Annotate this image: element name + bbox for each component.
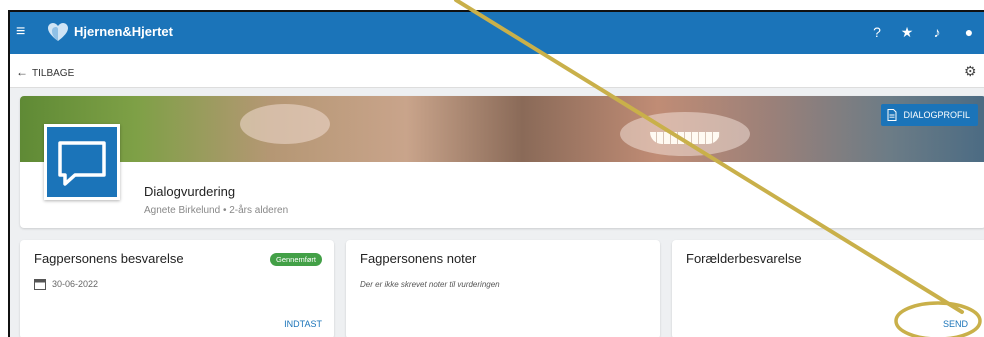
professional-notes-card: Fagpersonens noter Der er ikke skrevet n… — [346, 240, 660, 337]
page-title: Dialogvurdering — [144, 184, 236, 199]
dialogprofil-label: DIALOGPROFIL — [903, 110, 970, 120]
response-date: 30-06-2022 — [52, 279, 99, 289]
bell-icon[interactable]: ♪ — [928, 23, 946, 41]
account-icon[interactable]: ● — [960, 23, 978, 41]
child-info: Agnete Birkelund • 2-års alderen — [144, 205, 289, 216]
calendar-icon — [34, 279, 46, 290]
menu-icon[interactable]: ≡ — [16, 22, 34, 42]
chat-bubble-icon — [58, 141, 106, 186]
banner-image: DIALOGPROFIL — [20, 96, 984, 162]
app-window: ≡ Hjernen&Hjertet ? ★ ♪ ● ← TILBAGE ⚙ DIA… — [8, 10, 984, 337]
indtast-button[interactable]: INDTAST — [284, 319, 322, 329]
star-icon[interactable]: ★ — [898, 23, 916, 41]
card-title: Fagpersonens besvarelse — [34, 251, 184, 266]
banner-detail — [650, 132, 720, 144]
card-title: Fagpersonens noter — [360, 251, 477, 266]
help-icon[interactable]: ? — [868, 23, 886, 41]
parent-response-card: Forælderbesvarelse SEND — [672, 240, 984, 337]
back-label: TILBAGE — [32, 68, 75, 79]
notes-empty-text: Der er ikke skrevet noter til vurderinge… — [360, 280, 500, 289]
gear-icon[interactable]: ⚙ — [964, 63, 980, 79]
date-row: 30-06-2022 — [34, 278, 98, 290]
banner-highlight — [240, 104, 330, 144]
dialog-tile — [44, 124, 120, 200]
send-button[interactable]: SEND — [943, 319, 968, 329]
assessment-header-card: DIALOGPROFIL Dialogvurdering Agnete Birk… — [20, 96, 984, 228]
brand-name: Hjernen&Hjertet — [74, 24, 173, 39]
heart-brain-logo-icon — [48, 23, 68, 41]
app-bar: ≡ Hjernen&Hjertet ? ★ ♪ ● — [10, 12, 984, 54]
dialogprofil-button[interactable]: DIALOGPROFIL — [881, 104, 978, 126]
sub-toolbar: ← TILBAGE ⚙ — [10, 54, 984, 88]
arrow-left-icon: ← — [16, 65, 28, 79]
professional-response-card: Fagpersonens besvarelse Gennemført 30-06… — [20, 240, 334, 337]
card-title: Forælderbesvarelse — [686, 251, 802, 266]
document-icon — [887, 109, 897, 121]
status-badge: Gennemført — [269, 253, 322, 266]
back-link[interactable]: ← TILBAGE — [16, 65, 74, 79]
